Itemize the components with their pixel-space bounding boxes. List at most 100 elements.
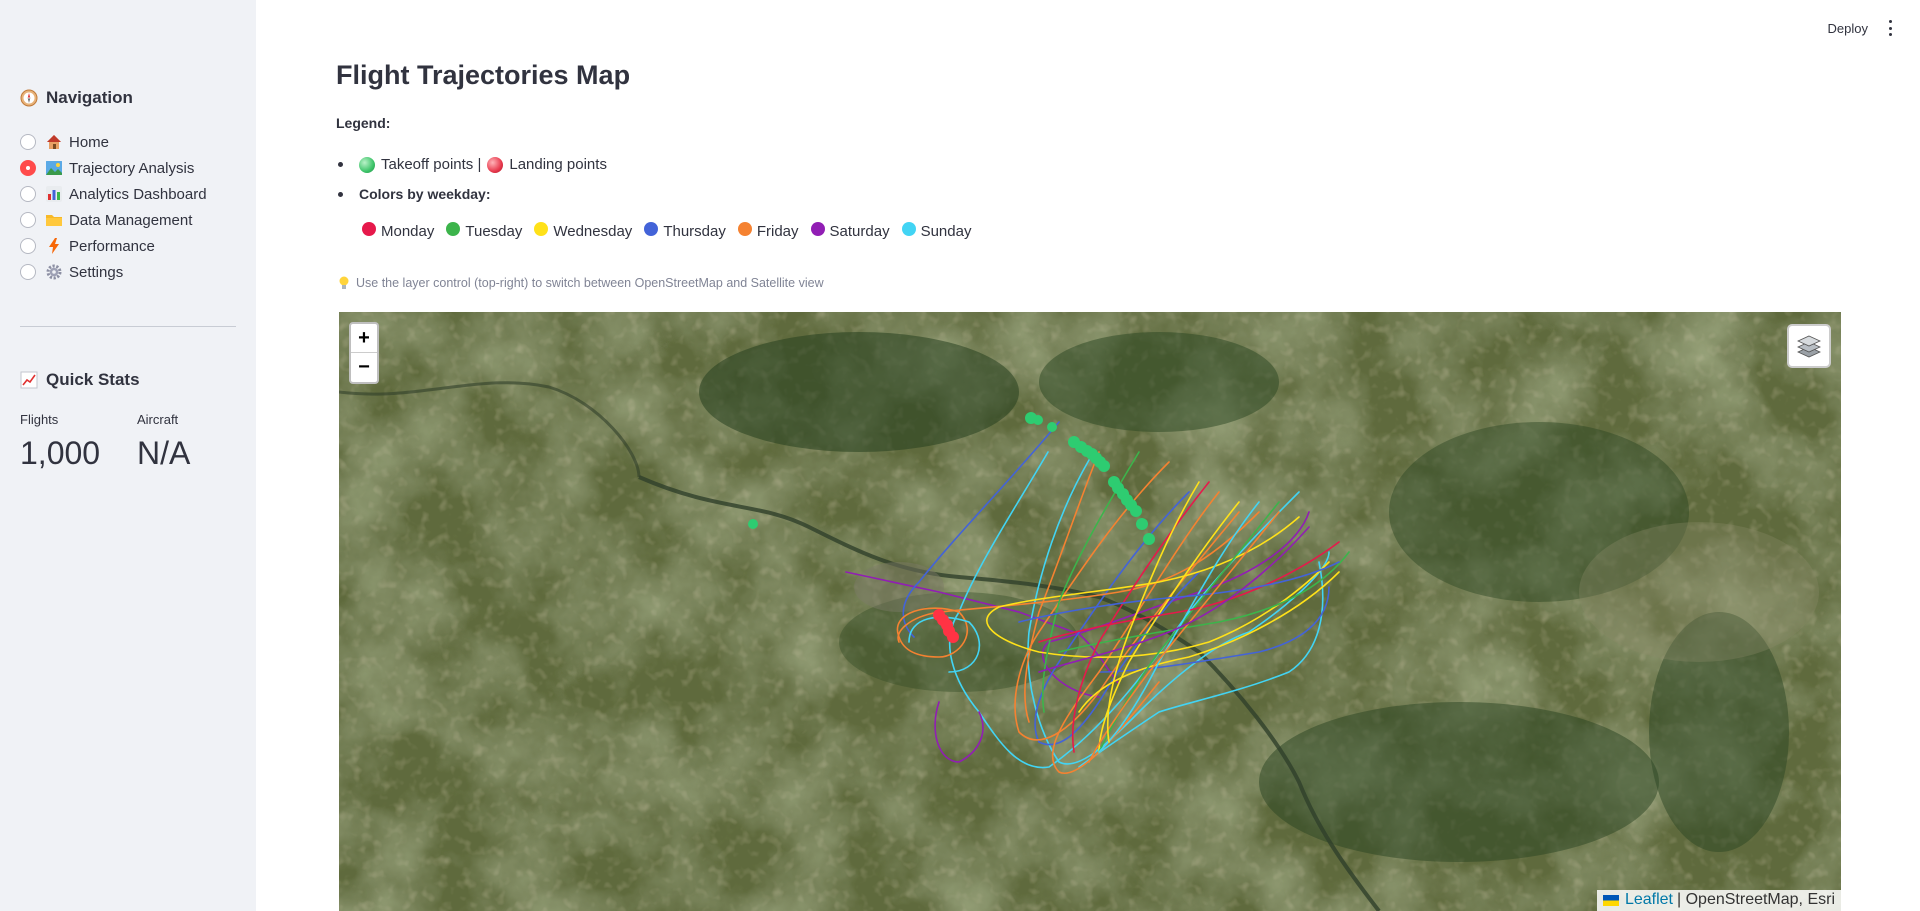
- takeoff-point[interactable]: [1098, 460, 1110, 472]
- weekday-label: Thursday: [663, 223, 726, 240]
- metric-flights: Flights 1,000: [20, 412, 100, 472]
- metric-aircraft-label: Aircraft: [137, 412, 179, 427]
- takeoff-point[interactable]: [1047, 422, 1057, 432]
- weekday-tuesday: Tuesday: [446, 221, 523, 240]
- legend-label: Legend:: [336, 115, 391, 131]
- main-menu-icon[interactable]: [1887, 20, 1893, 36]
- nav-item-performance[interactable]: Performance: [20, 233, 207, 259]
- radio-trajectory-analysis[interactable]: [20, 160, 36, 176]
- radio-data-management[interactable]: [20, 212, 36, 228]
- ukraine-flag-icon: [1602, 894, 1619, 906]
- quick-stats-heading: Quick Stats: [20, 370, 140, 390]
- landing-points: [933, 609, 959, 643]
- nav-label-analytics-dashboard: Analytics Dashboard: [69, 185, 207, 203]
- trajectory-saturday-loop[interactable]: [934, 701, 984, 763]
- trajectory-saturday-1[interactable]: [845, 571, 1120, 685]
- landing-point[interactable]: [947, 631, 959, 643]
- weekday-label: Wednesday: [553, 223, 633, 240]
- zoom-in-button[interactable]: +: [351, 324, 377, 353]
- monday-color-dot: [362, 221, 376, 236]
- navigation-heading: Navigation: [20, 88, 133, 108]
- weekday-sunday: Sunday: [901, 221, 972, 240]
- light-bulb-icon: [339, 276, 349, 289]
- quick-stats-title: Quick Stats: [46, 370, 140, 389]
- map-attribution: Leaflet | OpenStreetMap, Esri: [1596, 890, 1841, 911]
- takeoff-point[interactable]: [1130, 505, 1142, 517]
- weekday-saturday: Saturday: [810, 221, 890, 240]
- gear-icon: [46, 264, 62, 280]
- bullet-dot: [338, 191, 343, 197]
- metric-flights-value: 1,000: [20, 435, 101, 471]
- weekday-friday: Friday: [737, 221, 799, 240]
- zoom-control: + −: [349, 322, 379, 384]
- flight-trajectories-layer[interactable]: [339, 312, 1841, 911]
- trajectory-wednesday-4[interactable]: [1106, 481, 1200, 743]
- takeoff-point[interactable]: [748, 519, 758, 529]
- metric-aircraft-value: N/A: [137, 435, 191, 471]
- landing-label: Landing points: [509, 156, 607, 173]
- navigation-title: Navigation: [46, 88, 133, 107]
- leaflet-link[interactable]: Leaflet: [1625, 891, 1673, 909]
- layer-control-button[interactable]: [1787, 324, 1831, 368]
- lightning-icon: [49, 238, 59, 254]
- trajectory-thursday-2[interactable]: [902, 421, 1060, 638]
- nav-item-home[interactable]: Home: [20, 129, 207, 155]
- takeoff-label: Takeoff points |: [381, 156, 482, 173]
- weekday-thursday: Thursday: [644, 221, 726, 240]
- radio-analytics-dashboard[interactable]: [20, 186, 36, 202]
- compass-icon: [20, 89, 38, 107]
- nav-item-data-management[interactable]: Data Management: [20, 207, 207, 233]
- trajectory-friday-4[interactable]: [1024, 451, 1100, 723]
- weekday-monday: Monday: [362, 221, 435, 240]
- nav-label-settings: Settings: [69, 263, 124, 281]
- nav-item-settings[interactable]: Settings: [20, 259, 207, 285]
- sidebar: Navigation Home Trajectory Analysis Anal…: [0, 0, 256, 911]
- weekday-legend: Monday Tuesday Wednesday Thursday Friday…: [362, 221, 983, 240]
- legend-points-item: Takeoff points | Landing points: [338, 156, 607, 173]
- folder-icon: [46, 215, 62, 226]
- radio-settings[interactable]: [20, 264, 36, 280]
- takeoff-point[interactable]: [1033, 415, 1043, 425]
- deploy-button[interactable]: Deploy: [1828, 21, 1868, 36]
- navigation-radio-group: Home Trajectory Analysis Analytics Dashb…: [20, 129, 207, 285]
- layer-hint: Use the layer control (top-right) to swi…: [338, 276, 824, 290]
- weekday-wednesday: Wednesday: [534, 221, 633, 240]
- nav-label-data-management: Data Management: [69, 211, 193, 229]
- legend-weekday-item: Colors by weekday:: [338, 186, 491, 202]
- wednesday-color-dot: [534, 221, 549, 236]
- house-icon: [47, 135, 61, 149]
- bar-chart-icon: [46, 186, 62, 202]
- sidebar-divider: [20, 326, 236, 327]
- landscape-image-icon: [46, 161, 62, 175]
- nav-label-performance: Performance: [69, 237, 155, 255]
- nav-label-home: Home: [69, 133, 110, 151]
- friday-color-dot: [737, 221, 752, 236]
- green-circle-icon: [359, 156, 375, 173]
- bullet-dot: [338, 162, 343, 167]
- attribution-text: | OpenStreetMap, Esri: [1677, 891, 1835, 908]
- takeoff-point[interactable]: [1143, 533, 1155, 545]
- nav-item-trajectory-analysis[interactable]: Trajectory Analysis: [20, 155, 207, 181]
- tuesday-color-dot: [446, 221, 461, 236]
- radio-home[interactable]: [20, 134, 36, 150]
- weekday-label: Sunday: [920, 223, 972, 240]
- takeoff-point[interactable]: [1136, 518, 1148, 530]
- layer-hint-text: Use the layer control (top-right) to swi…: [356, 276, 824, 290]
- metric-flights-label: Flights: [20, 412, 59, 427]
- trajectory-thursday-3[interactable]: [1098, 586, 1330, 673]
- thursday-color-dot: [644, 221, 659, 236]
- nav-item-analytics-dashboard[interactable]: Analytics Dashboard: [20, 181, 207, 207]
- nav-label-trajectory-analysis: Trajectory Analysis: [69, 159, 195, 177]
- sunday-color-dot: [901, 221, 916, 236]
- zoom-out-button[interactable]: −: [351, 353, 377, 382]
- weekday-heading: Colors by weekday:: [359, 186, 491, 202]
- page-title: Flight Trajectories Map: [336, 60, 631, 90]
- takeoff-points: [748, 412, 1155, 545]
- weekday-label: Saturday: [829, 223, 890, 240]
- weekday-label: Tuesday: [465, 223, 523, 240]
- weekday-label: Monday: [381, 223, 435, 240]
- weekday-label: Friday: [756, 223, 799, 240]
- trajectory-map[interactable]: + − Leaflet | OpenStreetMap, Esri: [339, 312, 1841, 911]
- radio-performance[interactable]: [20, 238, 36, 254]
- chart-increasing-icon: [20, 371, 38, 389]
